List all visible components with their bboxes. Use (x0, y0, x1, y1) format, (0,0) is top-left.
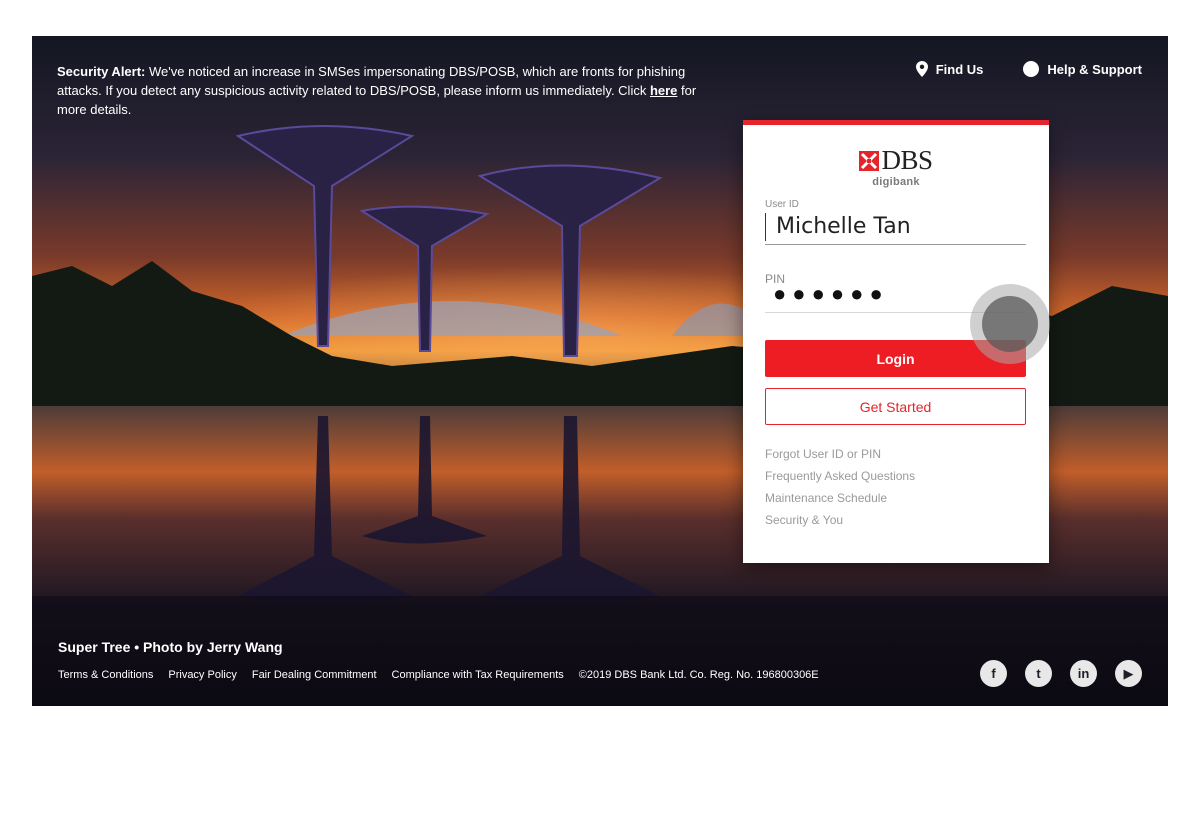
copyright: ©2019 DBS Bank Ltd. Co. Reg. No. 1968003… (578, 669, 819, 681)
help-icon (1023, 61, 1040, 77)
security-link[interactable]: Security & You (765, 513, 915, 528)
dbs-star-icon (859, 150, 880, 171)
footer-links: Terms & Conditions Privacy Policy Fair D… (58, 669, 819, 681)
social-links: f t in ▶ (980, 660, 1142, 687)
find-us-label: Find Us (935, 61, 984, 77)
brand-subtitle: digibank (872, 175, 920, 188)
find-us-link[interactable]: Find Us (915, 61, 984, 77)
faq-link[interactable]: Frequently Asked Questions (765, 469, 915, 484)
tax-compliance-link[interactable]: Compliance with Tax Requirements (392, 669, 564, 681)
privacy-link[interactable]: Privacy Policy (168, 669, 236, 681)
facebook-icon[interactable]: f (980, 660, 1007, 687)
alert-here-link[interactable]: here (650, 83, 677, 98)
login-page: Security Alert: We've noticed an increas… (32, 36, 1168, 706)
touch-indicator (970, 284, 1050, 364)
linkedin-icon[interactable]: in (1070, 660, 1097, 687)
twitter-icon[interactable]: t (1025, 660, 1052, 687)
top-nav: Find Us Help & Support (915, 61, 1142, 77)
fair-dealing-link[interactable]: Fair Dealing Commitment (252, 669, 377, 681)
help-links: Forgot User ID or PIN Frequently Asked Q… (765, 447, 915, 535)
forgot-credentials-link[interactable]: Forgot User ID or PIN (765, 447, 915, 462)
dbs-logo: DBS digibank (743, 147, 1049, 188)
user-id-field[interactable]: User ID Michelle Tan (765, 199, 1026, 245)
user-id-label: User ID (765, 199, 799, 210)
user-id-underline (765, 244, 1026, 245)
brand-name: DBS (881, 145, 933, 175)
user-id-input[interactable]: Michelle Tan (765, 213, 1026, 241)
alert-title: Security Alert: (57, 64, 146, 79)
terms-link[interactable]: Terms & Conditions (58, 669, 153, 681)
help-support-link[interactable]: Help & Support (1023, 61, 1142, 77)
photo-credit: Super Tree • Photo by Jerry Wang (58, 639, 283, 655)
location-pin-icon (915, 61, 928, 77)
alert-text: We've noticed an increase in SMSes imper… (57, 64, 686, 98)
security-alert: Security Alert: We've noticed an increas… (57, 62, 717, 119)
youtube-icon[interactable]: ▶ (1115, 660, 1142, 687)
maintenance-link[interactable]: Maintenance Schedule (765, 491, 915, 506)
help-support-label: Help & Support (1047, 61, 1142, 77)
get-started-button[interactable]: Get Started (765, 388, 1026, 425)
